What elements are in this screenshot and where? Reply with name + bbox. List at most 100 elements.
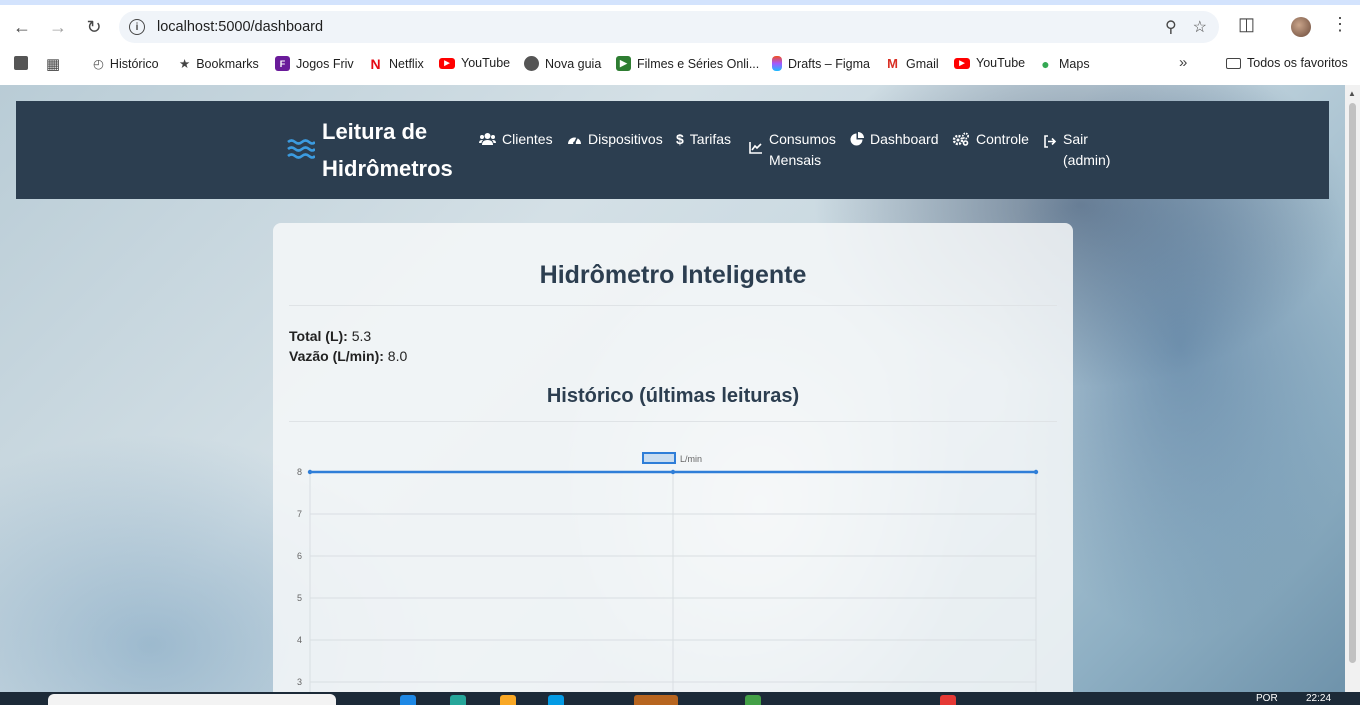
history-title: Histórico (últimas leituras) xyxy=(546,385,800,407)
bookmark-label: Nova guia xyxy=(545,56,602,71)
card-title: Hidrômetro Inteligente xyxy=(539,261,807,289)
forward-icon[interactable]: → xyxy=(45,14,71,40)
nav-dispositivos[interactable]: Dispositivos xyxy=(567,129,663,150)
app-icon[interactable] xyxy=(745,695,761,705)
bookmark-label: Drafts – Figma xyxy=(788,56,870,71)
bookmark-youtube-2[interactable]: ▶ YouTube xyxy=(954,56,1025,70)
y-tick-label: 4 xyxy=(297,635,302,645)
flow-label: Vazão (L/min): xyxy=(289,348,384,364)
nav-controle[interactable]: Controle xyxy=(952,129,1029,150)
apps-grid-icon[interactable]: ▦ xyxy=(46,55,60,73)
nav-consumos-mensais[interactable]: Consumos Mensais xyxy=(749,129,839,171)
app-icon[interactable] xyxy=(500,695,516,705)
browser-chrome: ← → ↻ i localhost:5000/dashboard ⚲ ☆ ◫ ⋮… xyxy=(0,0,1360,85)
more-bookmarks-icon[interactable]: » xyxy=(1179,54,1187,71)
pie-chart-icon xyxy=(850,132,864,146)
film-icon: ▶ xyxy=(616,56,631,71)
nav-label: Tarifas xyxy=(689,131,732,147)
avatar[interactable] xyxy=(1291,17,1311,37)
bookmark-nova-guia[interactable]: Nova guia xyxy=(524,56,601,71)
nav-label: Clientes xyxy=(502,131,553,147)
data-point xyxy=(670,469,676,475)
y-tick-label: 6 xyxy=(297,551,302,561)
nav-label: Dispositivos xyxy=(588,131,663,147)
star-icon: ★ xyxy=(179,57,191,71)
scrollbar-thumb[interactable] xyxy=(1349,103,1356,663)
total-stat: Total (L): 5.3 xyxy=(289,328,371,344)
app-icon[interactable] xyxy=(940,695,956,705)
data-point xyxy=(1033,469,1039,475)
address-bar[interactable]: i localhost:5000/dashboard ⚲ ☆ xyxy=(119,11,1219,43)
y-tick-label: 8 xyxy=(297,467,302,477)
all-bookmarks-folder[interactable]: Todos os favoritos xyxy=(1226,56,1348,70)
scroll-up-icon[interactable]: ▲ xyxy=(1348,89,1356,98)
address-url[interactable]: localhost:5000/dashboard xyxy=(157,19,323,35)
nav-sair[interactable]: Sair (admin) xyxy=(1043,129,1113,171)
bookmark-bookmarks[interactable]: ★ Bookmarks xyxy=(179,56,259,72)
site-info-icon[interactable]: i xyxy=(129,19,145,35)
bookmark-label: YouTube xyxy=(976,56,1026,70)
bookmark-label: YouTube xyxy=(461,56,511,70)
nav-label: Dashboard xyxy=(870,131,939,147)
tab-strip xyxy=(0,0,1360,5)
bookmark-youtube-1[interactable]: ▶ YouTube xyxy=(439,56,510,70)
bookmark-jogos-friv[interactable]: F Jogos Friv xyxy=(275,56,354,71)
nav-tarifas[interactable]: $ Tarifas xyxy=(676,129,731,150)
page-scrollbar[interactable]: ▲ xyxy=(1345,85,1360,692)
extensions-icon[interactable]: ◫ xyxy=(1238,14,1255,35)
page-background: Leitura de Hidrômetros Clientes Disposit… xyxy=(0,85,1345,692)
globe-icon xyxy=(524,56,539,71)
nav-label: Controle xyxy=(976,131,1029,147)
app-icon[interactable] xyxy=(634,695,678,705)
bookmark-label: Jogos Friv xyxy=(296,56,354,71)
y-tick-label: 5 xyxy=(297,593,302,603)
app-icon[interactable] xyxy=(450,695,466,705)
app-icon[interactable] xyxy=(400,695,416,705)
reload-icon[interactable]: ↻ xyxy=(81,14,107,40)
water-waves-icon xyxy=(287,139,315,159)
netflix-icon: N xyxy=(370,55,381,72)
divider xyxy=(289,421,1057,422)
meter-card: Hidrômetro Inteligente Total (L): 5.3 Va… xyxy=(273,223,1073,692)
chart-line-icon xyxy=(749,142,762,154)
zoom-icon[interactable]: ⚲ xyxy=(1165,17,1177,37)
nav-label: Consumos Mensais xyxy=(769,131,836,168)
maps-icon: ● xyxy=(1041,55,1050,72)
bookmark-maps[interactable]: ● Maps xyxy=(1038,55,1090,72)
nav-clientes[interactable]: Clientes xyxy=(479,129,553,150)
menu-kebab-icon[interactable]: ⋮ xyxy=(1331,14,1349,35)
bookmark-netflix[interactable]: N Netflix xyxy=(368,55,424,72)
bookmark-figma[interactable]: Drafts – Figma xyxy=(772,56,870,71)
gears-icon xyxy=(952,132,969,146)
flow-value: 8.0 xyxy=(387,348,408,364)
y-tick-label: 3 xyxy=(297,677,302,687)
tab-search-icon[interactable] xyxy=(14,56,28,70)
gauge-icon xyxy=(568,136,581,145)
bookmarks-bar: ▦ ◴ Histórico ★ Bookmarks F Jogos Friv N… xyxy=(0,50,1360,78)
back-icon[interactable]: ← xyxy=(9,14,35,40)
bookmark-label: Netflix xyxy=(389,56,424,71)
app-icon[interactable] xyxy=(548,695,564,705)
total-label: Total (L): xyxy=(289,328,348,344)
youtube-icon: ▶ xyxy=(439,57,455,69)
nav-dashboard[interactable]: Dashboard xyxy=(850,129,939,150)
clock[interactable]: 22:24 xyxy=(1306,693,1331,704)
taskbar: POR 22:24 xyxy=(0,692,1360,705)
bookmark-star-icon[interactable]: ☆ xyxy=(1193,17,1207,37)
bookmark-historico[interactable]: ◴ Histórico xyxy=(93,56,159,72)
total-value: 5.3 xyxy=(351,328,372,344)
folder-icon xyxy=(1226,57,1241,69)
language-indicator[interactable]: POR xyxy=(1256,693,1278,704)
legend-label: L/min xyxy=(680,454,702,464)
bookmark-label: Maps xyxy=(1059,56,1090,71)
gmail-icon: M xyxy=(887,56,898,71)
bookmark-label: Gmail xyxy=(906,56,939,71)
all-bookmarks-label: Todos os favoritos xyxy=(1247,56,1348,70)
flow-stat: Vazão (L/min): 8.0 xyxy=(289,348,407,364)
bookmark-label: Bookmarks xyxy=(196,56,259,71)
bookmark-gmail[interactable]: M Gmail xyxy=(885,56,939,71)
brand-title[interactable]: Leitura de Hidrômetros xyxy=(322,113,472,187)
taskbar-search[interactable] xyxy=(48,694,336,705)
divider xyxy=(289,305,1057,306)
bookmark-filmes[interactable]: ▶ Filmes e Séries Onli... xyxy=(616,56,759,71)
